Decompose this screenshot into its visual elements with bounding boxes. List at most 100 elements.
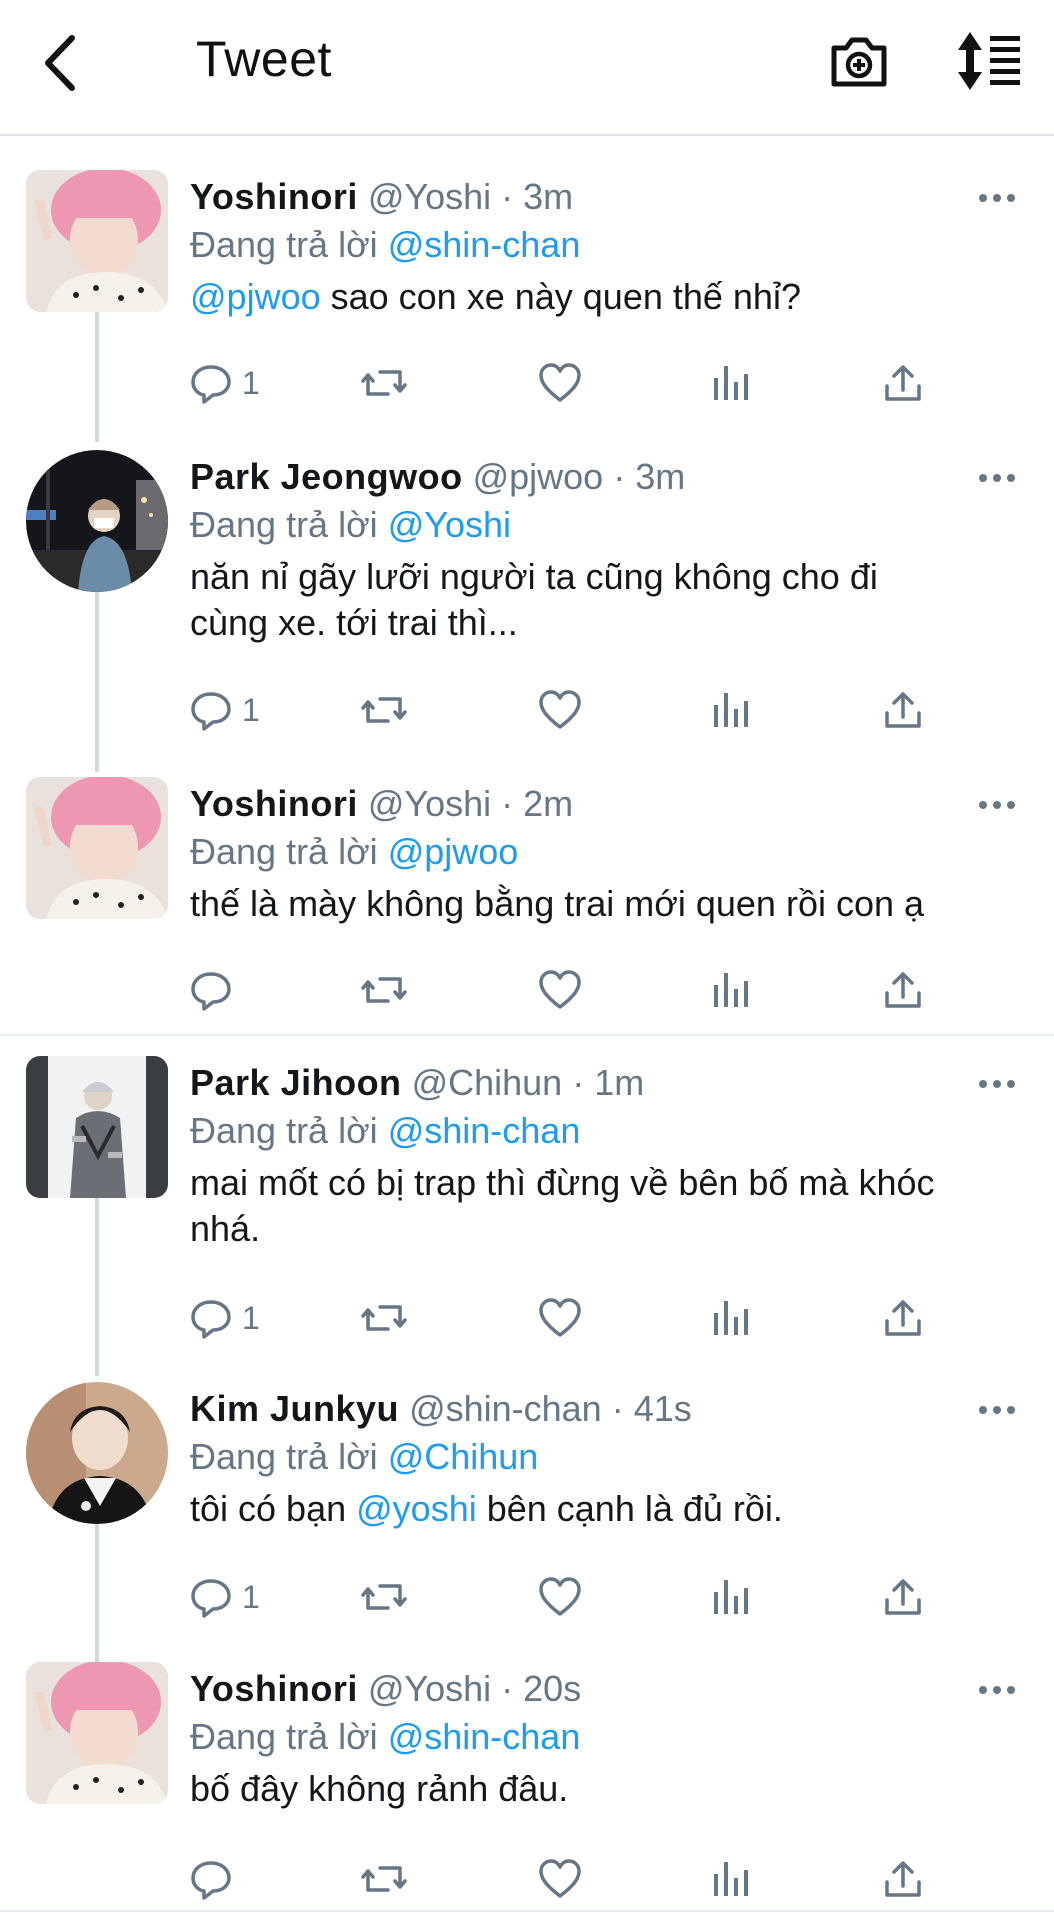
heart-icon — [539, 363, 581, 402]
analytics-button[interactable] — [710, 1572, 750, 1622]
share-button[interactable] — [882, 965, 924, 1015]
reply-mention[interactable]: @shin-chan — [388, 1716, 581, 1757]
share-icon — [885, 972, 921, 1008]
retweet-button[interactable] — [360, 1854, 408, 1904]
reply-prefix: Đang trả lời — [190, 504, 378, 545]
reply-button[interactable] — [190, 965, 242, 1015]
share-icon — [885, 1300, 921, 1336]
reply-button[interactable] — [190, 1854, 242, 1904]
display-name[interactable]: Park Jeongwoo — [190, 456, 463, 497]
like-button[interactable] — [538, 1293, 582, 1343]
retweet-button[interactable] — [360, 965, 408, 1015]
more-options-icon[interactable] — [977, 1404, 1017, 1416]
more-options-icon[interactable] — [977, 472, 1017, 484]
thread-line — [95, 592, 99, 772]
tweet-text: tôi có bạn @yoshi bên cạnh là đủ rồi. — [190, 1488, 783, 1529]
retweet-button[interactable] — [360, 685, 408, 735]
like-button[interactable] — [538, 1572, 582, 1622]
analytics-button[interactable] — [710, 965, 750, 1015]
display-name[interactable]: Kim Junkyu — [190, 1388, 399, 1429]
analytics-button[interactable] — [710, 1293, 750, 1343]
retweet-button[interactable] — [360, 1293, 408, 1343]
reply-icon — [191, 1579, 231, 1618]
display-name[interactable]: Yoshinori — [190, 783, 358, 824]
share-button[interactable] — [882, 1293, 924, 1343]
reply-prefix: Đang trả lời — [190, 1436, 378, 1477]
tweet-header: Yoshinori @Yoshi · 3m — [190, 176, 573, 218]
retweet-icon — [361, 1584, 407, 1610]
tweet-header: Yoshinori @Yoshi · 20s — [190, 1668, 581, 1710]
mention-link[interactable]: @pjwoo — [190, 276, 321, 317]
avatar[interactable] — [26, 777, 168, 919]
analytics-button[interactable] — [710, 685, 750, 735]
like-button[interactable] — [538, 685, 582, 735]
reply-mention[interactable]: @shin-chan — [388, 1110, 581, 1151]
avatar[interactable] — [26, 450, 168, 592]
reply-button[interactable]: 1 — [190, 1572, 260, 1622]
display-name[interactable]: Yoshinori — [190, 1668, 358, 1709]
tweet-header: Yoshinori @Yoshi · 2m — [190, 783, 573, 825]
retweet-button[interactable] — [360, 358, 408, 408]
mention-link[interactable]: @yoshi — [356, 1488, 477, 1529]
avatar[interactable] — [26, 170, 168, 312]
analytics-icon — [714, 1580, 748, 1614]
avatar[interactable] — [26, 1382, 168, 1524]
reply-prefix: Đang trả lời — [190, 224, 378, 265]
page-title: Tweet — [196, 31, 332, 87]
handle[interactable]: @shin-chan — [409, 1388, 602, 1429]
handle[interactable]: @pjwoo — [473, 456, 604, 497]
more-options-icon[interactable] — [977, 1078, 1017, 1090]
share-button[interactable] — [882, 358, 924, 408]
handle[interactable]: @Yoshi — [368, 783, 491, 824]
back-arrow-icon[interactable] — [38, 28, 88, 98]
like-button[interactable] — [538, 965, 582, 1015]
like-button[interactable] — [538, 1854, 582, 1904]
handle[interactable]: @Yoshi — [368, 176, 491, 217]
reply-prefix: Đang trả lời — [190, 1110, 378, 1151]
retweet-icon — [361, 977, 407, 1003]
more-options-icon[interactable] — [977, 799, 1017, 811]
analytics-icon — [714, 973, 748, 1007]
display-name[interactable]: Park Jihoon — [190, 1062, 402, 1103]
retweet-button[interactable] — [360, 1572, 408, 1622]
like-button[interactable] — [538, 358, 582, 408]
display-name[interactable]: Yoshinori — [190, 176, 358, 217]
thread-line — [95, 1198, 99, 1376]
analytics-icon — [714, 1301, 748, 1335]
tweet-header: Park Jeongwoo @pjwoo · 3m — [190, 456, 685, 498]
share-button[interactable] — [882, 685, 924, 735]
handle[interactable]: @Chihun — [412, 1062, 563, 1103]
avatar[interactable] — [26, 1056, 168, 1198]
reply-button[interactable]: 1 — [190, 685, 260, 735]
avatar[interactable] — [26, 1662, 168, 1804]
reply-mention[interactable]: @Yoshi — [388, 504, 511, 545]
reply-mention[interactable]: @pjwoo — [388, 831, 519, 872]
tweet-actions: 1 — [190, 1572, 990, 1622]
retweet-icon — [361, 697, 407, 723]
timestamp: · 41s — [611, 1388, 692, 1429]
more-options-icon[interactable] — [977, 192, 1017, 204]
retweet-icon — [361, 1305, 407, 1331]
reply-button[interactable]: 1 — [190, 1293, 260, 1343]
reply-button[interactable]: 1 — [190, 358, 260, 408]
reply-mention[interactable]: @Chihun — [388, 1436, 539, 1477]
camera-icon[interactable] — [828, 30, 890, 92]
tweet-actions: 1 — [190, 1293, 990, 1343]
sort-icon[interactable] — [956, 30, 1022, 92]
tweet-actions: 1 — [190, 358, 990, 408]
reply-mention[interactable]: @shin-chan — [388, 224, 581, 265]
retweet-icon — [361, 1866, 407, 1892]
analytics-button[interactable] — [710, 1854, 750, 1904]
heart-icon — [539, 1859, 581, 1898]
heart-icon — [539, 1298, 581, 1337]
tweet-text: bố đây không rảnh đâu. — [190, 1768, 569, 1809]
replying-to: Đang trả lời @Yoshi — [190, 504, 511, 546]
more-options-icon[interactable] — [977, 1684, 1017, 1696]
thread-line — [95, 1524, 99, 1664]
handle[interactable]: @Yoshi — [368, 1668, 491, 1709]
tweet-actions — [190, 1854, 990, 1904]
reply-count: 1 — [242, 364, 260, 401]
share-button[interactable] — [882, 1572, 924, 1622]
share-button[interactable] — [882, 1854, 924, 1904]
analytics-button[interactable] — [710, 358, 750, 408]
